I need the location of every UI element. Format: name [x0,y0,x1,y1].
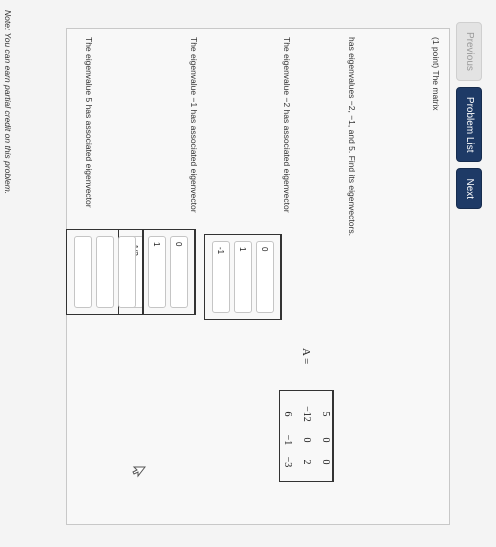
matrix-cell: −12 [301,406,312,422]
eigenvector-minus2-entry-2[interactable]: 1 [234,241,252,313]
eigenvector-minus2-entry-1[interactable]: 0 [256,241,274,313]
eigenvector-minus2-entry-3[interactable]: -1 [212,241,230,313]
partial-credit-note: Note: You can earn partial credit on thi… [3,10,13,195]
matrix-cell: −1 [282,434,293,446]
problem-page: Previous Problem List Next (1 point) The… [0,0,496,547]
eigenvector-minus1-entry-2[interactable]: 1 [148,236,166,308]
eigenvalue-minus2-label: The eigenvalue −2 has associated eigenve… [282,37,292,213]
eigenvalue-minus1-label: The eigenvalue −1 has associated eigenve… [189,37,199,213]
eigenvector-minus2: 0 1 -1 [204,234,282,320]
eigenvector-5 [66,229,144,315]
matrix-cell: 5 [320,411,331,417]
matrix-cell: 2 [301,459,312,465]
previous-button[interactable]: Previous [456,22,482,81]
navigation-bar: Previous Problem List Next [456,22,482,210]
problem-panel: (1 point) The matrix has eigenvalues −2,… [66,28,450,525]
eigenvector-5-entry-2[interactable] [96,236,114,308]
next-button[interactable]: Next [456,168,482,210]
matrix-a: A = 5 0 0 −12 0 2 6 −1 −3 [279,348,334,482]
eigenvector-minus1-entry-1[interactable]: 0 [170,236,188,308]
problem-list-button[interactable]: Problem List [456,86,482,163]
eigenvalue-5-label: The eigenvalue 5 has associated eigenvec… [84,37,94,208]
eigenvector-5-entry-1[interactable] [118,236,136,308]
matrix-cell: 6 [282,411,293,417]
eigenvector-5-entry-3[interactable] [74,236,92,308]
matrix-cell: 0 [301,437,312,443]
matrix-cell: 0 [320,437,331,443]
matrix-cell: −3 [282,456,293,468]
matrix-grid: 5 0 0 −12 0 2 6 −1 −3 [279,390,334,482]
mouse-cursor-icon [132,466,146,478]
problem-intro: (1 point) The matrix [431,37,441,111]
matrix-cell: 0 [320,459,331,465]
matrix-label: A = [300,348,312,365]
eigenvalues-statement: has eigenvalues −2, −1, and 5. Find its … [347,37,357,236]
